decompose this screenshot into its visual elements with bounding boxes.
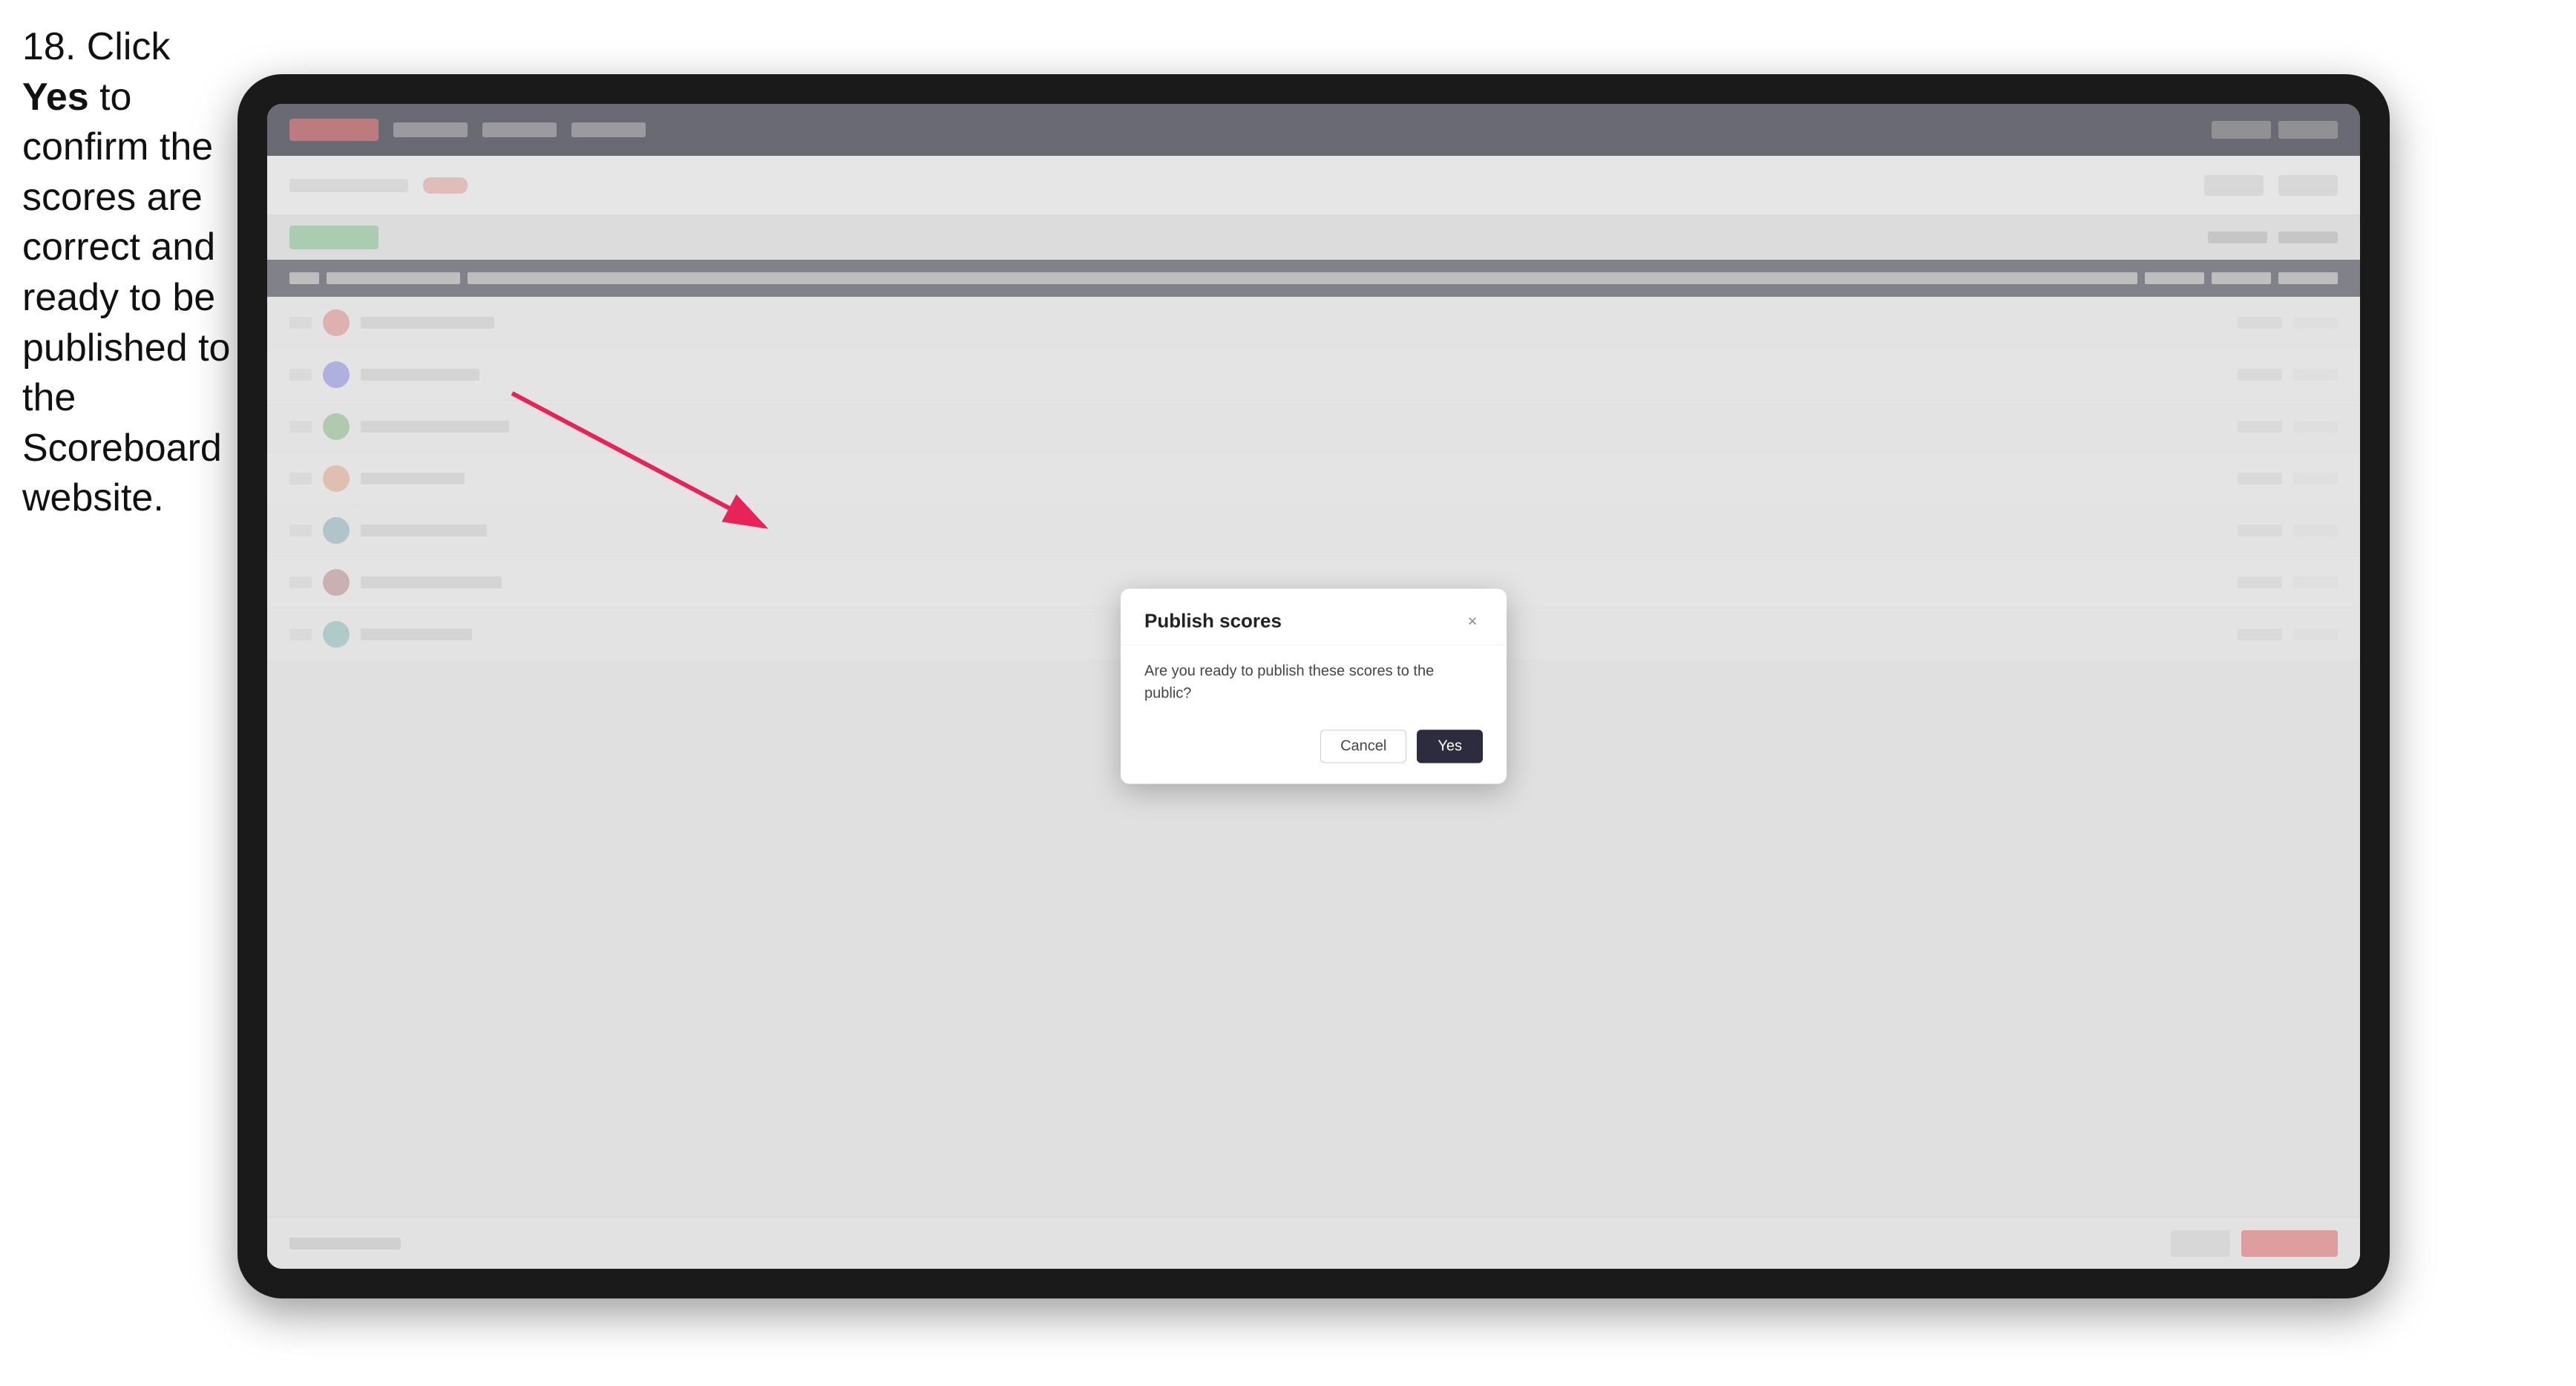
publish-scores-modal: Publish scores × Are you ready to publis…: [1121, 589, 1507, 784]
tablet-device: Publish scores × Are you ready to publis…: [237, 74, 2390, 1298]
modal-body: Are you ready to publish these scores to…: [1121, 646, 1507, 723]
instruction-text-part1: Click: [76, 25, 170, 68]
modal-title: Publish scores: [1144, 610, 1282, 633]
modal-close-button[interactable]: ×: [1462, 611, 1483, 631]
step-number: 18.: [22, 25, 76, 68]
modal-footer: Cancel Yes: [1121, 723, 1507, 784]
instruction-text-part2: to confirm the scores are correct and re…: [22, 76, 230, 520]
tablet-screen: Publish scores × Are you ready to publis…: [267, 104, 2360, 1269]
modal-message: Are you ready to publish these scores to…: [1144, 660, 1483, 705]
modal-header: Publish scores ×: [1121, 589, 1507, 646]
instruction-text: 18. Click Yes to confirm the scores are …: [22, 22, 237, 524]
modal-yes-button[interactable]: Yes: [1417, 730, 1483, 763]
modal-cancel-button[interactable]: Cancel: [1320, 730, 1406, 763]
instruction-bold: Yes: [22, 76, 89, 119]
